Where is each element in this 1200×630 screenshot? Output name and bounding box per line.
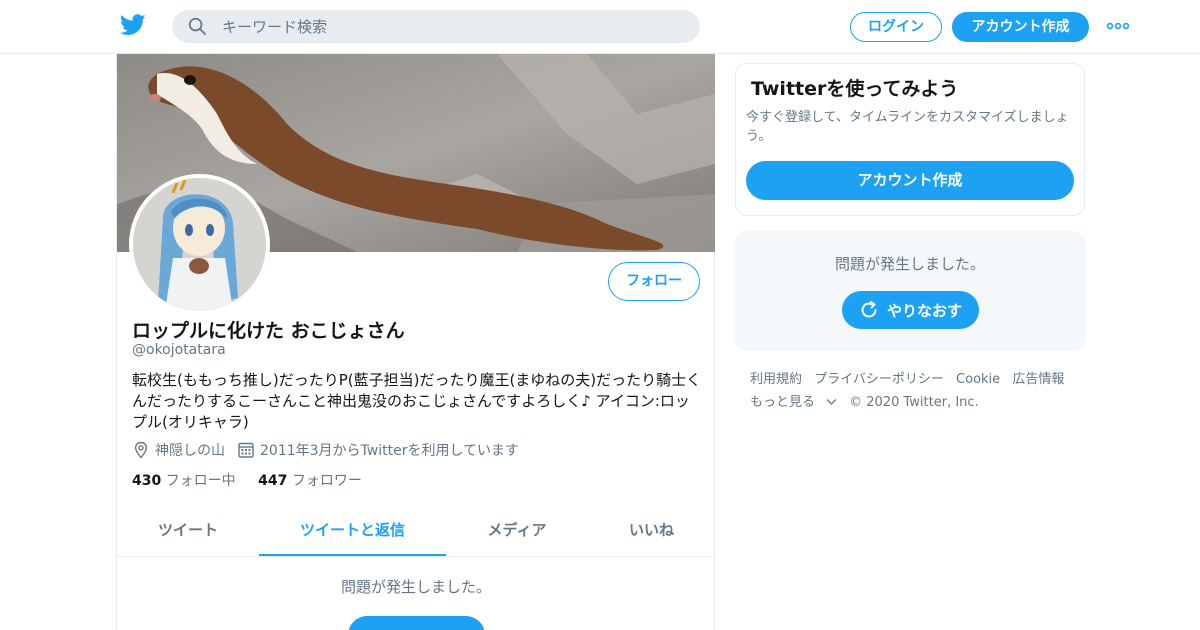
top-navigation-bar: ログイン アカウント作成 (0, 0, 1200, 54)
location-text: 神隠しの山 (155, 443, 225, 459)
refresh-icon (861, 301, 877, 318)
profile-stats: 430 フォロー中 447 フォロワー (132, 470, 380, 490)
following-stat[interactable]: 430 フォロー中 (132, 473, 236, 489)
avatar-illustration (133, 178, 266, 311)
timeline-retry-button[interactable] (348, 616, 485, 630)
retry-label: やりなおす (886, 301, 962, 320)
footer-link-more[interactable]: もっと見る (750, 395, 837, 410)
footer-more-label: もっと見る (750, 395, 816, 410)
profile-column: フォロー ロップルに化けた おこじょさん @okojotatara 転校生(もも… (116, 54, 715, 630)
tab-likes[interactable]: いいね (588, 506, 715, 556)
search-icon (188, 17, 206, 35)
followers-count: 447 (258, 473, 288, 489)
search-box[interactable] (172, 10, 700, 43)
signup-card-button[interactable]: アカウント作成 (746, 161, 1074, 200)
timeline-error-text: 問題が発生しました。 (340, 578, 491, 596)
signup-button[interactable]: アカウント作成 (952, 12, 1089, 42)
footer-link-terms[interactable]: 利用規約 (750, 372, 802, 387)
tab-media[interactable]: メディア (446, 506, 588, 556)
more-dots-icon[interactable] (1106, 20, 1130, 32)
location-pin-icon (134, 441, 148, 459)
profile-meta: 神隠しの山 2011年3月からTwitterを利用しています (132, 440, 531, 460)
footer-copyright: © 2020 Twitter, Inc. (849, 395, 979, 410)
sidebar-error-panel: 問題が発生しました。 やりなおす (735, 231, 1085, 351)
chevron-down-icon (826, 399, 837, 405)
calendar-icon (238, 442, 254, 458)
search-input[interactable] (222, 10, 682, 43)
footer-links: 利用規約 プライバシーポリシー Cookie 広告情報 もっと見る © 2020… (750, 368, 1080, 414)
twitter-bird-icon[interactable] (120, 14, 146, 36)
profile-tabs: ツイート ツイートと返信 メディア いいね (117, 506, 715, 557)
footer-link-cookie[interactable]: Cookie (956, 372, 1000, 387)
tab-tweets[interactable]: ツイート (117, 506, 259, 556)
following-label: フォロー中 (165, 473, 236, 489)
profile-display-name: ロップルに化けた おこじょさん (132, 320, 405, 342)
footer-link-privacy[interactable]: プライバシーポリシー (814, 372, 944, 387)
footer-link-ads[interactable]: 広告情報 (1012, 372, 1064, 387)
sidebar-retry-button[interactable]: やりなおす (842, 291, 979, 329)
profile-handle[interactable]: @okojotatara (132, 342, 226, 358)
signup-card: Twitterを使ってみよう 今すぐ登録して、タイムラインをカスタマイズしましょ… (735, 63, 1085, 216)
login-button[interactable]: ログイン (850, 12, 942, 42)
followers-label: フォロワー (291, 473, 362, 489)
tab-tweets-and-replies[interactable]: ツイートと返信 (259, 506, 446, 556)
signup-card-title: Twitterを使ってみよう (751, 78, 959, 100)
follow-button[interactable]: フォロー (608, 262, 700, 301)
signup-card-description: 今すぐ登録して、タイムラインをカスタマイズしましょう。 (746, 110, 1069, 144)
profile-avatar[interactable] (129, 174, 270, 315)
followers-stat[interactable]: 447 フォロワー (258, 473, 362, 489)
profile-joined: 2011年3月からTwitterを利用しています (237, 440, 519, 460)
profile-bio: 転校生(ももっち推し)だったりP(藍子担当)だったり魔王(まゆねの夫)だったり騎… (132, 371, 702, 431)
joined-text: 2011年3月からTwitterを利用しています (260, 443, 520, 459)
sidebar-error-text: 問題が発生しました。 (834, 255, 985, 273)
profile-location: 神隠しの山 (132, 440, 225, 460)
following-count: 430 (132, 473, 162, 489)
